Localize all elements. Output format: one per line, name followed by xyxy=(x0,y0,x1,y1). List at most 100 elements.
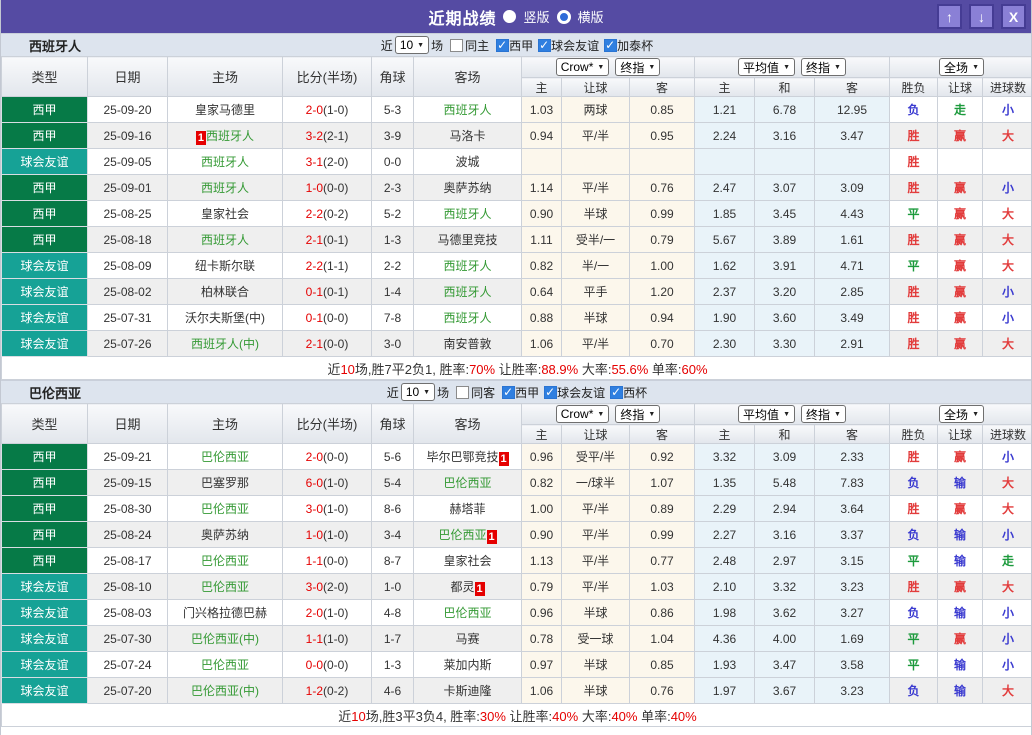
sub-column-header: 和 xyxy=(755,425,815,444)
final-odds-select[interactable]: 终指▼ xyxy=(615,405,660,423)
summary-segment: 大率: xyxy=(578,362,611,377)
league-checkbox-1[interactable] xyxy=(544,386,557,399)
result-text: 大 xyxy=(1002,207,1014,221)
scope-select[interactable]: 全场▼ xyxy=(939,58,984,76)
average-select-value: 平均值 xyxy=(743,59,779,76)
match-row: 西甲25-09-20皇家马德里2-0(1-0)5-3西班牙人1.03两球0.85… xyxy=(2,97,1032,123)
match-row: 球会友谊25-07-31沃尔夫斯堡(中)0-1(0-0)7-8西班牙人0.88半… xyxy=(2,305,1032,331)
average-odds-cell: 3.09 xyxy=(815,175,890,201)
column-header: 客场 xyxy=(414,404,522,444)
match-row: 西甲25-08-18西班牙人2-1(0-1)1-3马德里竞技1.11受半/一0.… xyxy=(2,227,1032,253)
handicap-odds-cell: 半球 xyxy=(562,201,630,227)
average-odds-cell: 4.36 xyxy=(695,626,755,652)
result-cell: 大 xyxy=(983,574,1032,600)
result-text: 输 xyxy=(954,606,966,620)
score-cell: 2-0(0-0) xyxy=(283,444,372,470)
score-cell: 2-2(0-2) xyxy=(283,201,372,227)
handicap-odds-cell: 0.76 xyxy=(630,175,695,201)
final-odds-select[interactable]: 终指▼ xyxy=(615,58,660,76)
match-date: 25-08-02 xyxy=(88,279,168,305)
sub-column-header: 让球 xyxy=(562,78,630,97)
handicap-odds-cell: 0.79 xyxy=(630,227,695,253)
away-team-name: 马洛卡 xyxy=(449,129,485,143)
average-odds-cell: 3.23 xyxy=(815,574,890,600)
horizontal-layout-label[interactable]: 横版 xyxy=(578,7,604,26)
summary-segment: 让胜率: xyxy=(506,709,552,724)
home-team-cell: 皇家马德里 xyxy=(168,97,283,123)
competition-type-badge: 西甲 xyxy=(2,201,88,227)
move-up-button[interactable]: ↑ xyxy=(937,4,962,29)
final-odds-select-value: 终指 xyxy=(806,406,830,423)
result-text: 赢 xyxy=(954,129,966,143)
away-team-name: 毕尔巴鄂竞技 xyxy=(426,450,498,464)
sub-column-header: 客 xyxy=(815,78,890,97)
summary-segment: 场,胜7平2负1, 胜率: xyxy=(355,362,469,377)
result-text: 平 xyxy=(908,632,920,646)
home-team-name: 西班牙人 xyxy=(201,233,249,247)
column-header: 比分(半场) xyxy=(283,404,372,444)
vertical-layout-label[interactable]: 竖版 xyxy=(523,7,549,26)
result-text: 大 xyxy=(1002,129,1014,143)
same-venue-checkbox[interactable] xyxy=(450,39,463,52)
sub-column-header: 主 xyxy=(695,425,755,444)
sub-column-header: 进球数 xyxy=(983,425,1032,444)
league-checkbox-2[interactable] xyxy=(604,39,617,52)
column-header: 角球 xyxy=(372,404,414,444)
halftime-score: (1-0) xyxy=(323,632,348,646)
away-team-name: 西班牙人 xyxy=(443,311,491,325)
league-checkbox-0[interactable] xyxy=(502,386,515,399)
halftime-score: (2-0) xyxy=(323,580,348,594)
average-select[interactable]: 平均值▼ xyxy=(738,58,795,76)
move-down-button[interactable]: ↓ xyxy=(969,4,994,29)
average-odds-cell: 3.32 xyxy=(755,574,815,600)
final-odds-select[interactable]: 终指▼ xyxy=(801,405,846,423)
handicap-odds-cell: 1.00 xyxy=(630,253,695,279)
final-odds-select[interactable]: 终指▼ xyxy=(801,58,846,76)
home-team-name: 柏林联合 xyxy=(201,285,249,299)
result-text: 输 xyxy=(954,658,966,672)
horizontal-layout-radio[interactable] xyxy=(557,10,571,24)
league-checkbox-1[interactable] xyxy=(538,39,551,52)
competition-type-badge: 西甲 xyxy=(2,444,88,470)
result-text: 胜 xyxy=(908,285,920,299)
vertical-layout-radio[interactable] xyxy=(503,10,516,23)
score-cell: 0-1(0-0) xyxy=(283,305,372,331)
close-button[interactable]: X xyxy=(1001,4,1026,29)
match-count-select[interactable]: 10▼ xyxy=(401,383,435,401)
result-text: 小 xyxy=(1002,632,1014,646)
result-cell: 赢 xyxy=(938,253,983,279)
average-odds-cell: 5.48 xyxy=(755,470,815,496)
result-cell: 胜 xyxy=(890,331,938,357)
home-team-cell: 皇家社会 xyxy=(168,201,283,227)
fulltime-score: 0-0 xyxy=(306,658,323,672)
result-text: 小 xyxy=(1002,181,1014,195)
match-count-select[interactable]: 10▼ xyxy=(395,36,429,54)
corners-cell: 4-8 xyxy=(372,600,414,626)
handicap-odds-cell: 1.07 xyxy=(630,470,695,496)
result-text: 赢 xyxy=(954,337,966,351)
handicap-odds-cell: 0.85 xyxy=(630,652,695,678)
result-text: 负 xyxy=(908,528,920,542)
handicap-odds-cell: 0.97 xyxy=(522,652,562,678)
average-select[interactable]: 平均值▼ xyxy=(738,405,795,423)
sub-column-header: 进球数 xyxy=(983,78,1032,97)
same-venue-checkbox[interactable] xyxy=(456,386,469,399)
average-odds-cell: 2.97 xyxy=(755,548,815,574)
bookmaker-select[interactable]: Crow*▼ xyxy=(556,58,610,76)
result-cell: 平 xyxy=(890,201,938,227)
league-checkbox-0[interactable] xyxy=(496,39,509,52)
result-text: 小 xyxy=(1002,658,1014,672)
column-header: 日期 xyxy=(88,404,168,444)
score-cell: 2-0(1-0) xyxy=(283,97,372,123)
chevron-down-icon: ▼ xyxy=(597,411,604,418)
red-card-badge: 1 xyxy=(499,452,509,466)
titlebar: 近期战绩 竖版 横版 ↑ ↓ X xyxy=(1,0,1031,33)
corners-cell: 1-3 xyxy=(372,227,414,253)
handicap-odds-cell: 平/半 xyxy=(562,496,630,522)
scope-select[interactable]: 全场▼ xyxy=(939,405,984,423)
away-team-cell: 马赛 xyxy=(414,626,522,652)
bookmaker-select[interactable]: Crow*▼ xyxy=(556,405,610,423)
competition-type-badge: 西甲 xyxy=(2,97,88,123)
result-text: 负 xyxy=(908,684,920,698)
league-checkbox-2[interactable] xyxy=(610,386,623,399)
